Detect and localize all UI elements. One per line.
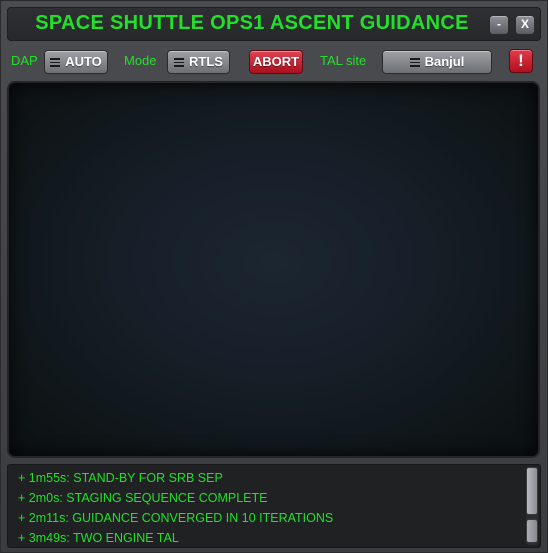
mode-label: Mode (124, 53, 157, 68)
log-scrollbar[interactable] (526, 467, 538, 545)
app-window: SPACE SHUTTLE OPS1 ASCENT GUIDANCE - X D… (0, 0, 548, 553)
event-log: + 1m55s: STAND-BY FOR SRB SEP + 2m0s: ST… (7, 464, 541, 548)
alert-button[interactable]: ! (509, 49, 533, 73)
close-button[interactable]: X (515, 15, 535, 35)
dap-value: AUTO (65, 54, 102, 69)
scrollbar-thumb[interactable] (526, 467, 538, 515)
alert-icon: ! (518, 51, 524, 70)
menu-icon (174, 58, 185, 67)
menu-icon (50, 58, 61, 67)
tal-site-value: Banjul (424, 54, 465, 69)
dap-label: DAP (11, 53, 38, 68)
tal-site-label: TAL site (320, 53, 367, 68)
dap-select-button[interactable]: AUTO (44, 50, 108, 74)
tal-site-select-button[interactable]: Banjul (382, 50, 492, 74)
log-line: + 1m55s: STAND-BY FOR SRB SEP (18, 471, 223, 485)
scrollbar-down-button[interactable] (526, 519, 538, 543)
window-title: SPACE SHUTTLE OPS1 ASCENT GUIDANCE (35, 12, 469, 34)
guidance-display (7, 81, 540, 458)
minimize-button[interactable]: - (489, 15, 509, 35)
mode-select-button[interactable]: RTLS (167, 50, 230, 74)
log-line: + 2m0s: STAGING SEQUENCE COMPLETE (18, 491, 268, 505)
mode-value: RTLS (189, 54, 223, 69)
abort-button[interactable]: ABORT (249, 50, 303, 74)
log-line: + 3m49s: TWO ENGINE TAL (18, 531, 179, 545)
menu-icon (409, 58, 420, 67)
log-line: + 2m11s: GUIDANCE CONVERGED IN 10 ITERAT… (18, 511, 334, 525)
title-bar[interactable]: SPACE SHUTTLE OPS1 ASCENT GUIDANCE - X (7, 7, 541, 41)
